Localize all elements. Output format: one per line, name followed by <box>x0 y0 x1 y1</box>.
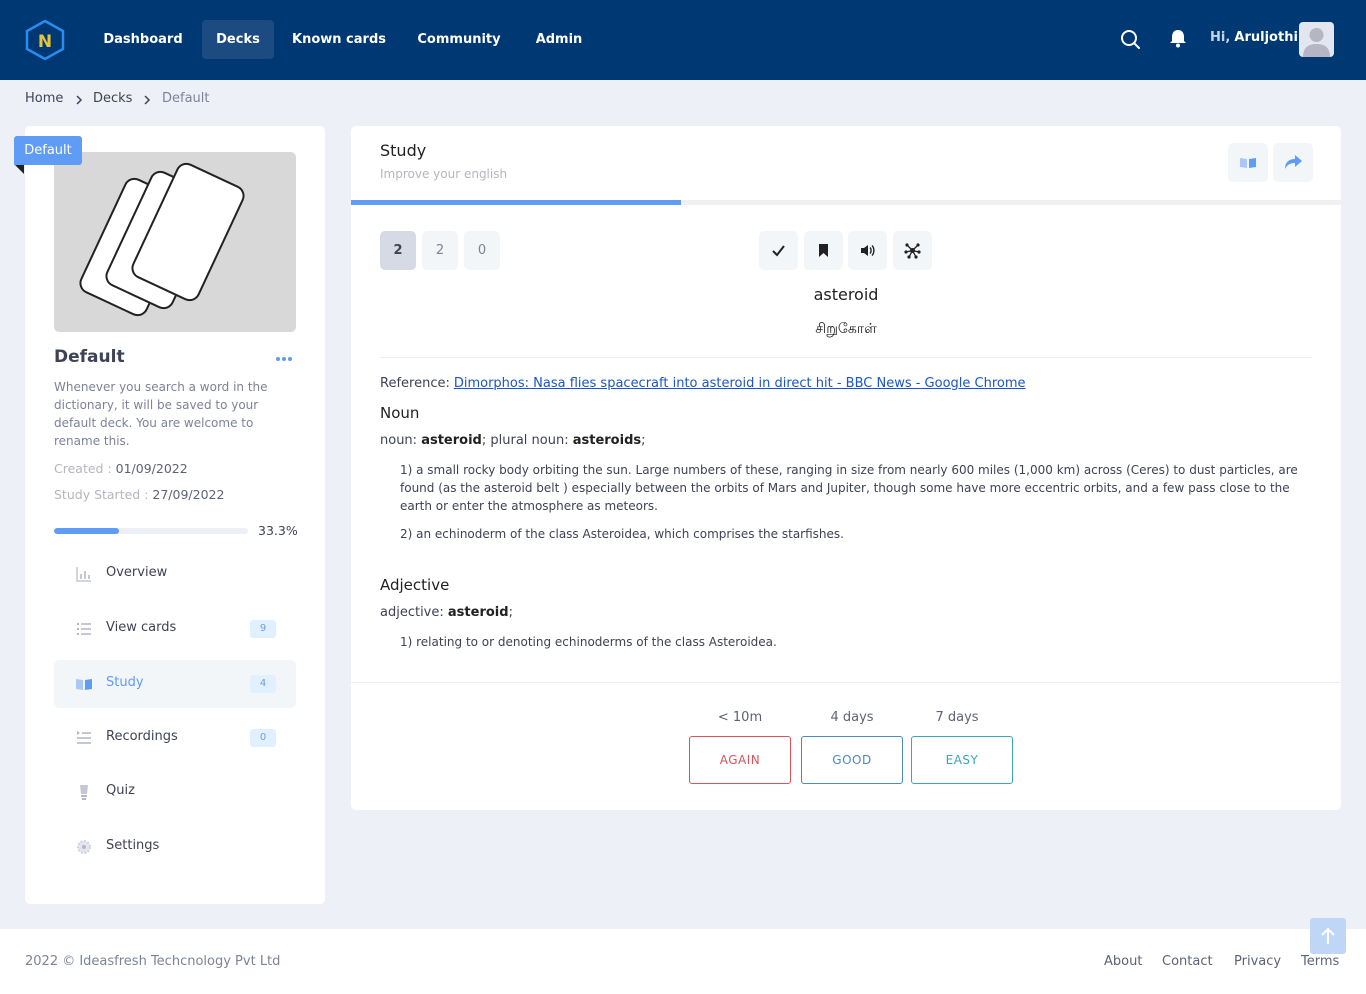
scroll-top-button[interactable] <box>1310 918 1346 954</box>
chart-icon <box>76 567 91 582</box>
count-badge: 0 <box>250 729 276 747</box>
divider <box>351 682 1341 683</box>
divider <box>380 357 1312 358</box>
menu-view-cards[interactable]: View cards 9 <box>54 605 296 653</box>
deck-progress-label: 33.3% <box>258 523 298 538</box>
speaker-icon <box>861 245 875 256</box>
deck-progress-fill <box>54 528 119 534</box>
app-logo-icon[interactable]: N <box>23 19 67 61</box>
user-greeting[interactable]: Hi, Aruljothi <box>1210 30 1298 45</box>
interval-easy: 7 days <box>935 710 979 725</box>
menu-label: Overview <box>106 565 168 580</box>
chevron-right-icon <box>144 95 151 105</box>
mark-known-button[interactable] <box>759 231 798 270</box>
copyright: 2022 © Ideasfresh Techcnology Pvt Ltd <box>25 954 281 969</box>
menu-quiz[interactable]: Quiz <box>54 768 296 816</box>
study-title: Study <box>380 141 427 160</box>
bell-icon[interactable] <box>1167 27 1189 49</box>
good-button[interactable]: GOOD <box>801 736 903 784</box>
breadcrumb-current: Default <box>162 91 210 106</box>
menu-study[interactable]: Study 4 <box>54 660 296 708</box>
new-count: 2 <box>380 231 416 270</box>
ribbon-tail <box>15 165 24 174</box>
menu-label: Study <box>106 675 144 690</box>
bulb-icon <box>80 785 88 800</box>
learning-count: 2 <box>422 231 458 270</box>
top-navbar: N Dashboard Decks Known cards Community … <box>0 0 1366 80</box>
more-options-icon[interactable] <box>274 352 294 366</box>
check-icon <box>772 245 785 257</box>
arrow-up-icon <box>1321 927 1335 944</box>
footer-contact-link[interactable]: Contact <box>1162 954 1213 969</box>
nav-decks[interactable]: Decks <box>202 20 274 59</box>
deck-description: Whenever you search a word in the dictio… <box>54 380 268 448</box>
audio-button[interactable] <box>848 231 887 270</box>
bookmark-icon <box>819 244 828 257</box>
search-icon[interactable] <box>1119 28 1141 50</box>
deck-progress-bar <box>54 528 248 534</box>
interval-good: 4 days <box>830 710 874 725</box>
deck-ribbon: Default <box>14 136 82 165</box>
list-icon <box>77 623 91 635</box>
study-progress-bar <box>351 200 1341 205</box>
deck-title: Default <box>54 347 125 367</box>
interval-again: < 10m <box>717 710 763 725</box>
menu-label: Settings <box>106 838 160 853</box>
svg-text:N: N <box>38 32 52 52</box>
definition: 2) an echinoderm of the class Asteroidea… <box>400 527 844 541</box>
footer-about-link[interactable]: About <box>1104 954 1142 969</box>
nav-admin[interactable]: Admin <box>524 20 594 59</box>
menu-label: View cards <box>106 620 177 635</box>
noun-heading: Noun <box>380 404 420 422</box>
card-translation: சிறுகோள் <box>815 321 877 337</box>
footer: 2022 © Ideasfresh Techcnology Pvt Ltd Ab… <box>0 929 1366 994</box>
study-progress-fill <box>351 200 681 205</box>
chevron-right-icon <box>76 95 83 105</box>
definition: 1) relating to or denoting echinoderms o… <box>400 635 777 649</box>
deck-created: Created : 01/09/2022 <box>54 461 188 476</box>
adjective-forms: adjective: asteroid; <box>380 605 513 620</box>
menu-settings[interactable]: Settings <box>54 823 296 871</box>
book-icon <box>76 679 92 690</box>
avatar[interactable] <box>1299 22 1334 57</box>
network-icon <box>904 243 921 259</box>
review-count: 0 <box>464 231 500 270</box>
reference-link[interactable]: Dimorphos: Nasa flies spacecraft into as… <box>454 376 1026 391</box>
nav-known-cards[interactable]: Known cards <box>284 20 394 59</box>
count-badge: 9 <box>250 620 276 638</box>
menu-label: Recordings <box>106 729 178 744</box>
definition: 1) a small rocky body orbiting the sun. … <box>400 463 1298 513</box>
card-word: asteroid <box>813 285 879 304</box>
footer-privacy-link[interactable]: Privacy <box>1234 954 1281 969</box>
mind-map-button[interactable] <box>893 231 932 270</box>
book-icon <box>1240 158 1256 168</box>
study-subtitle: Improve your english <box>380 167 508 181</box>
user-avatar-icon <box>1303 28 1330 57</box>
menu-label: Quiz <box>106 783 135 798</box>
book-button[interactable] <box>1228 143 1268 182</box>
deck-study-started: Study Started : 27/09/2022 <box>54 487 225 502</box>
cards-stack-icon <box>79 162 245 317</box>
menu-recordings[interactable]: Recordings 0 <box>54 714 296 762</box>
menu-overview[interactable]: Overview <box>54 550 296 598</box>
breadcrumb-home[interactable]: Home <box>25 91 63 109</box>
gear-icon <box>77 840 91 854</box>
nav-dashboard[interactable]: Dashboard <box>92 20 194 59</box>
share-button[interactable] <box>1273 143 1313 182</box>
bookmark-button[interactable] <box>804 231 843 270</box>
again-button[interactable]: AGAIN <box>689 736 791 784</box>
breadcrumb-decks[interactable]: Decks <box>93 91 132 109</box>
nav-community[interactable]: Community <box>408 20 510 59</box>
adjective-heading: Adjective <box>380 576 450 594</box>
count-badge: 4 <box>250 675 276 693</box>
deck-image <box>54 152 296 332</box>
share-icon <box>1285 155 1302 169</box>
recordings-icon <box>77 731 91 744</box>
reference: Reference: Dimorphos: Nasa flies spacecra… <box>380 376 1026 391</box>
noun-forms: noun: asteroid; plural noun: asteroids; <box>380 433 646 448</box>
easy-button[interactable]: EASY <box>911 736 1013 784</box>
study-card: Study Improve your english 2 2 0 asteroi… <box>351 126 1341 810</box>
footer-terms-link[interactable]: Terms <box>1301 954 1339 969</box>
